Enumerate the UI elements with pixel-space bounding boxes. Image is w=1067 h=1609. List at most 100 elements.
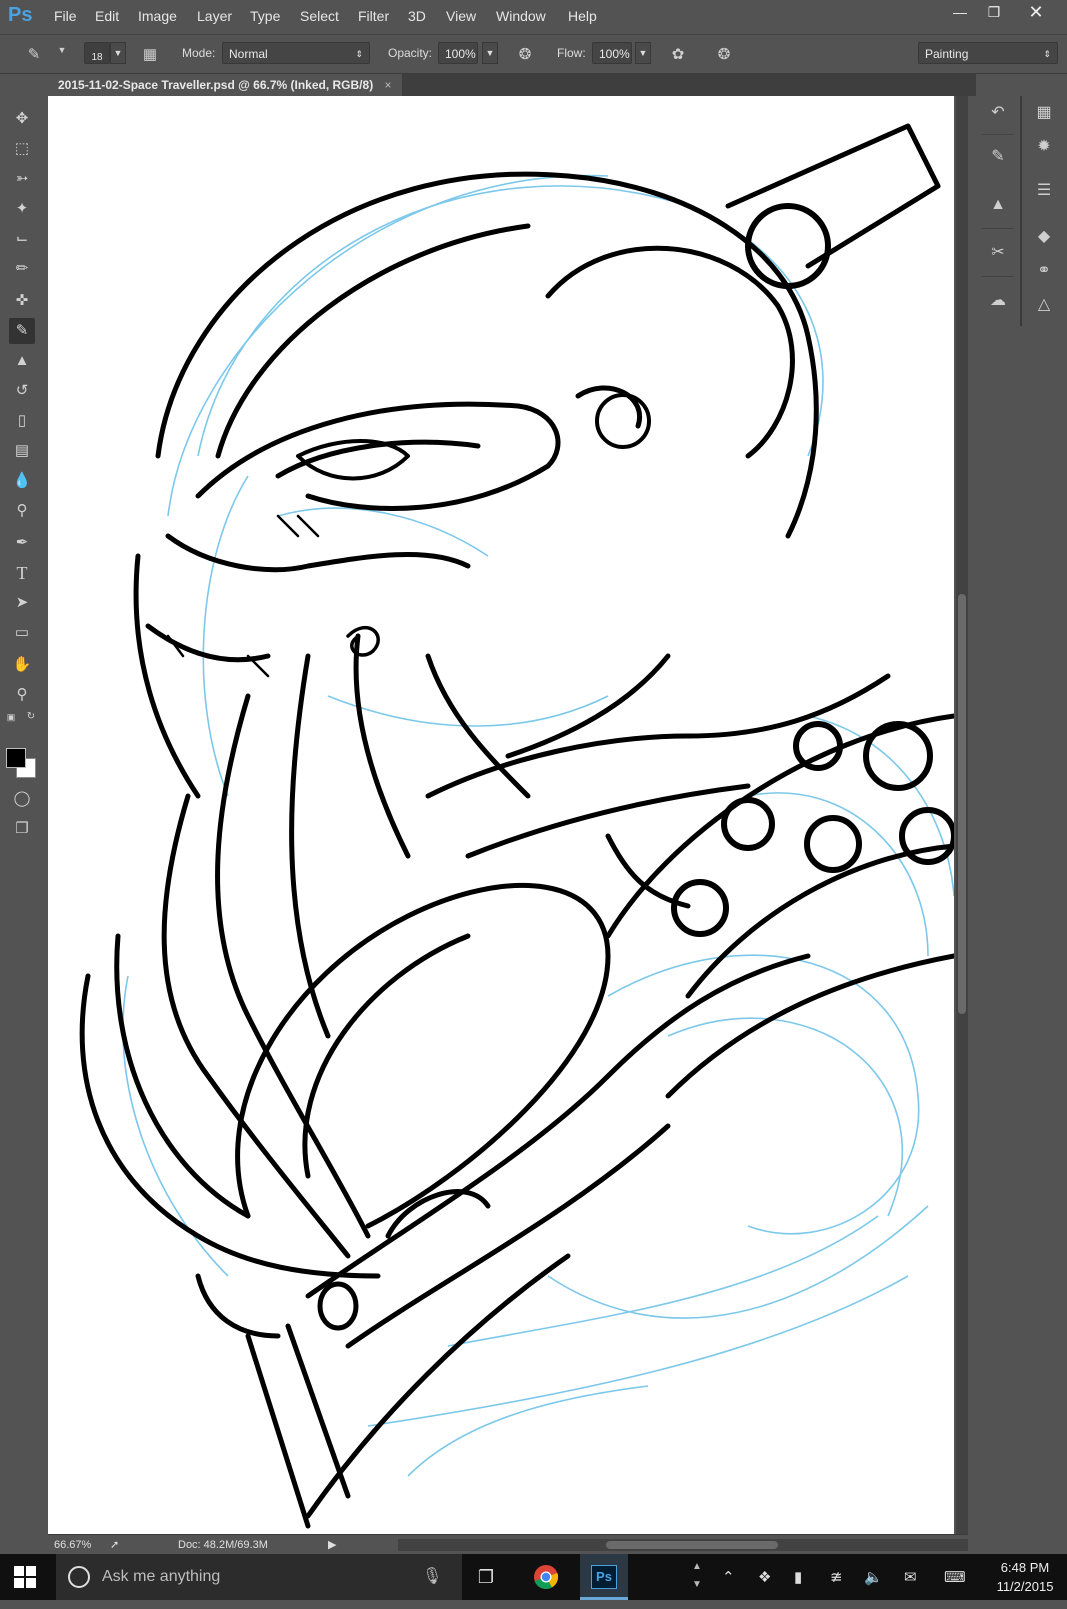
swap-colors-icon[interactable]: ↻ xyxy=(24,710,38,724)
menu-file[interactable]: File xyxy=(54,8,77,24)
menu-filter[interactable]: Filter xyxy=(358,8,389,24)
chevron-down-icon[interactable]: ▼ xyxy=(52,45,72,65)
restore-button[interactable]: ❐ xyxy=(976,0,1012,26)
menu-3d[interactable]: 3D xyxy=(408,8,426,24)
microphone-icon[interactable]: 🎙 xyxy=(422,1566,442,1588)
mode-select[interactable]: Normal ⇕ xyxy=(222,42,370,64)
adjustments-icon[interactable]: ☰ xyxy=(1031,178,1057,204)
opacity-dropdown[interactable]: ▼ xyxy=(482,42,498,64)
menu-image[interactable]: Image xyxy=(138,8,177,24)
layers-icon[interactable]: ◆ xyxy=(1031,224,1057,250)
menu-bar: Ps File Edit Image Layer Type Select Fil… xyxy=(0,0,1067,32)
dodge-icon[interactable]: ⚲ xyxy=(9,498,35,524)
hand-icon[interactable]: ✋ xyxy=(9,652,35,678)
taskbar-clock[interactable]: 6:48 PM 11/2/2015 xyxy=(988,1558,1062,1596)
paths-icon[interactable]: △ xyxy=(1031,292,1057,318)
lasso-icon[interactable]: ➳ xyxy=(9,166,35,192)
type-icon[interactable]: T xyxy=(9,560,35,586)
tool-presets-icon[interactable]: ✂ xyxy=(985,240,1011,266)
close-button[interactable]: ✕ xyxy=(1018,0,1054,26)
chrome-icon[interactable] xyxy=(522,1554,570,1600)
workspace-value: Painting xyxy=(925,47,969,61)
color-wheel-icon[interactable]: ✹ xyxy=(1031,134,1057,160)
libraries-icon[interactable]: ☁ xyxy=(985,288,1011,314)
scroll-arrows-icon[interactable]: ▲ ▼ xyxy=(692,1558,702,1594)
menu-select[interactable]: Select xyxy=(300,8,339,24)
photoshop-taskbar-icon[interactable]: Ps xyxy=(580,1554,628,1600)
pressure-size-icon[interactable]: ❂ xyxy=(714,45,734,65)
workspace-select[interactable]: Painting ⇕ xyxy=(918,42,1058,64)
history-icon[interactable]: ↶ xyxy=(985,100,1011,126)
brush-size-dropdown[interactable]: ▼ xyxy=(110,42,126,64)
pen-icon[interactable]: ✒ xyxy=(9,530,35,556)
eraser-icon[interactable]: ▯ xyxy=(9,408,35,434)
share-icon[interactable]: ➚ xyxy=(110,1535,119,1555)
quick-mask-icon[interactable]: ◯ xyxy=(9,786,35,812)
brush-size-picker[interactable]: 18 xyxy=(84,42,110,64)
vertical-scroll-thumb[interactable] xyxy=(958,594,966,1014)
brush-presets-icon[interactable]: ✎ xyxy=(985,144,1011,170)
wifi-icon[interactable]: ≇ xyxy=(830,1568,843,1586)
document-size: Doc: 48.2M/69.3M xyxy=(178,1539,268,1551)
gradient-icon[interactable]: ▤ xyxy=(9,438,35,464)
vertical-scrollbar[interactable] xyxy=(956,96,968,1534)
pressure-opacity-icon[interactable]: ❂ xyxy=(515,45,535,65)
menu-view[interactable]: View xyxy=(446,8,476,24)
flow-dropdown[interactable]: ▼ xyxy=(635,42,651,64)
bandage-icon[interactable]: ✜ xyxy=(9,288,35,314)
document-tab[interactable]: 2015-11-02-Space Traveller.psd @ 66.7% (… xyxy=(48,74,402,96)
spin-icon: ⇕ xyxy=(355,49,363,59)
status-menu-arrow-icon[interactable]: ▶ xyxy=(328,1535,336,1555)
task-view-icon[interactable]: ❐ xyxy=(462,1554,510,1600)
blur-icon[interactable]: 💧 xyxy=(9,468,35,494)
keyboard-icon[interactable]: ⌨ xyxy=(944,1568,966,1586)
brush-preset-icon[interactable]: ✎ xyxy=(24,45,44,65)
crop-icon[interactable]: ⌙ xyxy=(9,226,35,252)
windows-taskbar: Ask me anything 🎙 ❐ Ps ▲ ▼ ⌃ ❖ ▮ ≇ 🔈 ✉ ⌨ … xyxy=(0,1554,1067,1600)
action-center-icon[interactable]: ✉ xyxy=(904,1568,917,1586)
quick-select-icon[interactable]: ✦ xyxy=(9,196,35,222)
zoom-level[interactable]: 66.67% xyxy=(54,1535,91,1555)
search-placeholder: Ask me anything xyxy=(102,1568,221,1585)
menu-window[interactable]: Window xyxy=(496,8,546,24)
menu-edit[interactable]: Edit xyxy=(95,8,119,24)
show-hidden-icons-icon[interactable]: ⌃ xyxy=(722,1568,735,1586)
battery-icon[interactable]: ▮ xyxy=(794,1568,802,1586)
horizontal-scroll-thumb[interactable] xyxy=(606,1541,778,1549)
opacity-input[interactable]: 100% xyxy=(438,42,478,64)
ink-layer xyxy=(79,123,954,1529)
volume-icon[interactable]: 🔈 xyxy=(864,1568,883,1586)
photoshop-logo: Ps xyxy=(8,4,33,26)
swatches-icon[interactable]: ▦ xyxy=(1031,100,1057,126)
clock-time: 6:48 PM xyxy=(1000,1560,1050,1575)
cortana-search-box[interactable]: Ask me anything 🎙 xyxy=(56,1554,462,1600)
rectangle-icon[interactable]: ▭ xyxy=(9,620,35,646)
flow-input[interactable]: 100% xyxy=(592,42,632,64)
brush-icon[interactable]: ✎ xyxy=(9,318,35,344)
foreground-color-swatch[interactable] xyxy=(6,748,26,768)
stamp-icon[interactable]: ▲ xyxy=(9,348,35,374)
canvas[interactable] xyxy=(48,96,954,1534)
move-icon[interactable]: ✥ xyxy=(9,106,35,132)
arrow-icon[interactable]: ➤ xyxy=(9,590,35,616)
minimize-button[interactable]: — xyxy=(942,0,978,26)
windows-start-icon[interactable] xyxy=(14,1566,36,1588)
clone-source-icon[interactable]: ▲ xyxy=(985,192,1011,218)
rect-marquee-icon[interactable]: ⬚ xyxy=(9,136,35,162)
close-tab-icon[interactable]: × xyxy=(385,78,392,92)
screen-mode-icon[interactable]: ❐ xyxy=(9,816,35,842)
menu-type[interactable]: Type xyxy=(250,8,280,24)
history-brush-icon[interactable]: ↺ xyxy=(9,378,35,404)
mode-label: Mode: xyxy=(182,46,216,60)
default-colors-icon[interactable]: ▣ xyxy=(4,710,18,724)
channels-icon[interactable]: ⚭ xyxy=(1031,258,1057,284)
menu-help[interactable]: Help xyxy=(568,8,597,24)
dropbox-icon[interactable]: ❖ xyxy=(758,1568,771,1586)
eyedropper-icon[interactable]: ✏ xyxy=(9,256,35,282)
airbrush-icon[interactable]: ✿ xyxy=(668,45,688,65)
options-bar: ✎ ▼ 18 ▼ ▦ Mode: Normal ⇕ Opacity: 100% … xyxy=(0,34,1067,74)
horizontal-scrollbar[interactable] xyxy=(398,1539,968,1551)
zoom-icon[interactable]: ⚲ xyxy=(9,682,35,708)
brush-panel-icon[interactable]: ▦ xyxy=(140,45,160,65)
menu-layer[interactable]: Layer xyxy=(197,8,232,24)
